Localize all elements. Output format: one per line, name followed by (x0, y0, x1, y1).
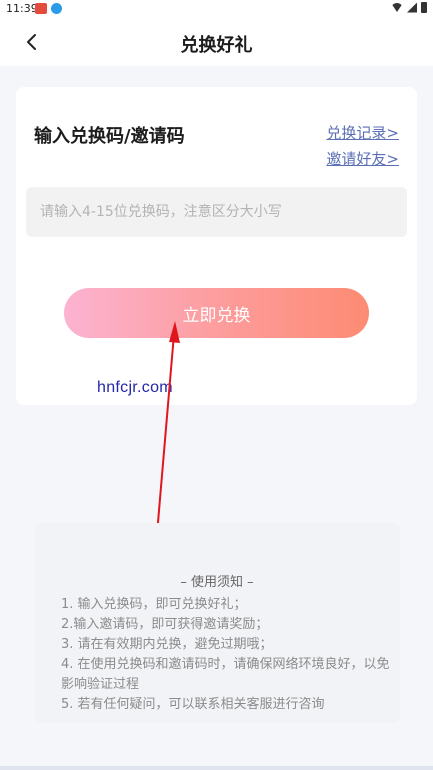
notification-app-icon-blue (51, 3, 62, 14)
notice-item: 5. 若有任何疑问，可以联系相关客服进行咨询 (61, 697, 325, 712)
notice-item: 1. 输入兑换码，即可兑换好礼； (61, 597, 247, 612)
app-header: 兑换好礼 (0, 18, 433, 66)
notice-item: 4. 在使用兑换码和邀请码时，请确保网络环境良好，以免影响验证过程 (61, 657, 390, 692)
notification-app-icon (35, 3, 47, 14)
notice-item: 2.输入邀请码，即可获得邀请奖励； (61, 617, 269, 632)
redeem-card: 输入兑换码/邀请码 兑换记录> 邀请好友> 立即兑换 (16, 87, 417, 405)
battery-icon (421, 2, 427, 13)
watermark-text: hnfcjr.com (97, 379, 173, 396)
usage-notice: – 使用须知 – 1. 输入兑换码，即可兑换好礼； 2.输入邀请码，即可获得邀请… (34, 523, 400, 723)
wifi-icon (391, 3, 403, 12)
status-bar: 11:39 (0, 0, 433, 18)
status-time: 11:39 (6, 2, 38, 15)
bottom-divider (0, 766, 433, 770)
page-title: 兑换好礼 (180, 35, 253, 56)
redeem-records-link[interactable]: 兑换记录> (326, 122, 399, 143)
notice-list: 1. 输入兑换码，即可兑换好礼； 2.输入邀请码，即可获得邀请奖励； 3. 请在… (61, 595, 391, 715)
status-icons (391, 2, 427, 13)
signal-icon (407, 2, 417, 13)
card-heading: 输入兑换码/邀请码 (34, 126, 185, 147)
notice-item: 3. 请在有效期内兑换，避免过期哦； (61, 637, 273, 652)
notice-title: – 使用须知 – (180, 575, 254, 590)
redeem-now-button[interactable]: 立即兑换 (64, 288, 369, 338)
redeem-code-input[interactable] (26, 187, 407, 237)
invite-friends-link[interactable]: 邀请好友> (326, 148, 399, 169)
